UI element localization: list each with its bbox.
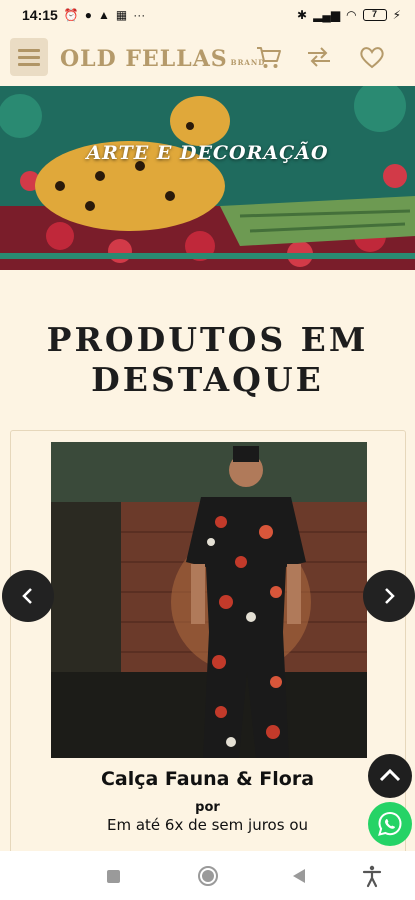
scroll-to-top-button[interactable] [368,754,412,798]
notification-icons: ⏰ ● ▲ ▦ ··· [64,8,145,22]
brand-logo[interactable]: OLD FELLAS BRAND [60,44,265,72]
chevron-right-icon [385,588,395,604]
section-title-line2: DESTAQUE [91,360,324,399]
alarm-icon: ⏰ [63,8,79,22]
logo-text: OLD FELLAS [60,46,228,72]
accessibility-icon [362,865,382,888]
status-bar: 14:15 ⏰ ● ▲ ▦ ··· ✱ ▂▄▆ ◠ 7 ⚡ [0,0,415,30]
installments-text: Em até 6x de sem juros ou [106,816,308,834]
menu-line [18,55,40,59]
section-title-line1: PRODUTOS EM [46,320,369,359]
chat-icon: ● [84,8,93,22]
recent-apps-button[interactable] [107,870,120,883]
home-icon [202,870,214,882]
status-time: 14:15 [22,7,58,23]
category-banner[interactable]: ARTE E DECORAÇÃO [0,86,415,270]
charging-icon: ⚡ [392,8,401,22]
warning-icon: ▲ [98,8,110,22]
cart-icon [257,47,281,68]
hamburger-menu-icon [18,48,40,52]
heart-icon [360,47,384,69]
menu-button[interactable] [10,38,48,76]
whatsapp-icon [378,811,402,836]
product-image[interactable] [51,442,367,758]
carousel-prev-button[interactable] [2,570,54,622]
cart-button[interactable] [254,42,284,72]
compare-icon [308,47,330,67]
more-notifications-icon: ··· [133,8,146,22]
menu-line [18,62,40,66]
system-nav-bar [0,851,415,900]
product-name[interactable]: Calça Fauna & Flora [0,768,415,790]
carousel-next-button[interactable] [363,570,415,622]
signal-icon: ▂▄▆ [313,8,341,22]
chevron-left-icon [22,588,32,604]
price-prefix: por [195,800,220,815]
product-photo [51,442,367,758]
section-title: PRODUTOS EM DESTAQUE [0,320,415,400]
whatsapp-button[interactable] [368,802,412,846]
home-button[interactable] [198,866,218,886]
chevron-up-icon [379,768,401,782]
site-header: OLD FELLAS BRAND [0,30,415,86]
bluetooth-icon: ✱ [297,8,308,22]
compare-button[interactable] [304,42,334,72]
banner-artwork [0,86,415,270]
wifi-icon: ◠ [346,8,357,22]
banner-title: ARTE E DECORAÇÃO [86,142,329,164]
battery-icon: 7 [362,9,387,21]
grid-icon: ▦ [115,8,128,22]
wishlist-button[interactable] [357,42,387,72]
accessibility-button[interactable] [360,864,384,888]
status-right: ✱ ▂▄▆ ◠ 7 ⚡ [297,8,401,22]
back-button[interactable] [293,869,305,883]
status-left: 14:15 ⏰ ● ▲ ▦ ··· [22,7,145,23]
